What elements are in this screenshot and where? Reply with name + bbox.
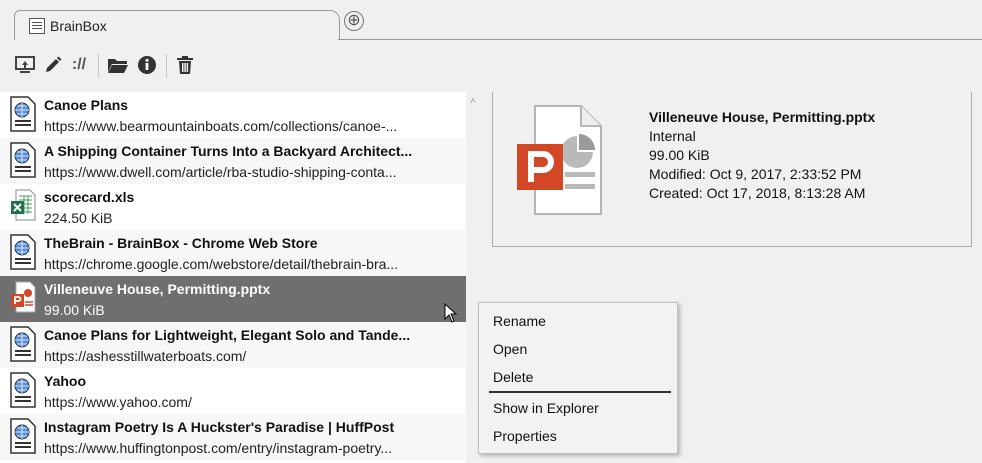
info-icon[interactable] <box>136 54 158 76</box>
tab-label: BrainBox <box>50 17 107 34</box>
web-page-icon <box>10 142 36 180</box>
item-subtitle: 224.50 KiB <box>44 210 113 226</box>
context-menu: Rename Open Delete Show in Explorer Prop… <box>478 302 678 454</box>
menu-item-properties[interactable]: Properties <box>479 423 677 449</box>
tab-brainbox[interactable]: BrainBox <box>14 10 340 40</box>
folder-icon[interactable] <box>106 54 130 76</box>
item-subtitle: https://www.huffingtonpost.com/entry/ins… <box>44 440 393 456</box>
web-page-icon <box>10 418 36 456</box>
list-icon <box>29 17 45 34</box>
tab-strip: BrainBox ⊕ <box>0 0 982 40</box>
list-item[interactable]: TheBrain - BrainBox - Chrome Web Store h… <box>0 230 466 276</box>
file-size: 99.00 KiB <box>649 147 710 163</box>
list-item[interactable]: Yahoo https://www.yahoo.com/ <box>0 368 466 414</box>
menu-separator <box>489 391 671 393</box>
web-page-icon <box>10 372 36 410</box>
url-icon[interactable]: :// <box>64 54 94 76</box>
item-subtitle: https://www.yahoo.com/ <box>44 394 192 410</box>
web-page-icon <box>10 96 36 134</box>
web-page-icon <box>10 234 36 272</box>
item-title: TheBrain - BrainBox - Chrome Web Store <box>44 235 318 251</box>
item-title: Villeneuve House, Permitting.pptx <box>44 281 271 297</box>
mouse-cursor-icon <box>444 302 458 323</box>
file-info-card: Villeneuve House, Permitting.pptx Intern… <box>492 92 972 247</box>
list-item[interactable]: A Shipping Container Turns Into a Backya… <box>0 138 466 184</box>
item-title: Canoe Plans for Lightweight, Elegant Sol… <box>44 327 411 343</box>
list-item[interactable]: Instagram Poetry Is A Huckster's Paradis… <box>0 414 466 460</box>
pencil-icon[interactable] <box>42 54 64 76</box>
excel-file-icon <box>10 188 36 226</box>
toolbar-separator <box>98 54 99 78</box>
list-item[interactable]: Canoe Plans for Lightweight, Elegant Sol… <box>0 322 466 368</box>
item-subtitle: https://www.dwell.com/article/rba-studio… <box>44 164 397 180</box>
menu-item-delete[interactable]: Delete <box>479 364 677 390</box>
file-created: Created: Oct 17, 2018, 8:13:28 AM <box>649 185 866 201</box>
trash-icon[interactable] <box>174 54 196 76</box>
item-subtitle: https://chrome.google.com/webstore/detai… <box>44 256 399 272</box>
list-item[interactable]: scorecard.xls 224.50 KiB <box>0 184 466 230</box>
item-title: Canoe Plans <box>44 97 129 113</box>
file-location: Internal <box>649 128 696 144</box>
menu-item-rename[interactable]: Rename <box>479 308 677 334</box>
menu-item-show-in-explorer[interactable]: Show in Explorer <box>479 395 677 421</box>
item-title: A Shipping Container Turns Into a Backya… <box>44 143 413 159</box>
toolbar-separator <box>166 54 167 78</box>
toolbar: :// <box>0 40 982 90</box>
item-subtitle: https://ashesstillwaterboats.com/ <box>44 348 247 364</box>
item-title: Yahoo <box>44 373 87 389</box>
chevron-up-icon[interactable]: ˄ <box>470 96 476 107</box>
item-subtitle: https://www.bearmountainboats.com/collec… <box>44 118 398 134</box>
item-list: Canoe Plans https://www.bearmountainboat… <box>0 92 466 463</box>
powerpoint-file-icon <box>515 102 603 220</box>
item-subtitle: 99.00 KiB <box>44 302 105 318</box>
file-info: Villeneuve House, Permitting.pptx Intern… <box>649 108 969 203</box>
item-title: scorecard.xls <box>44 189 135 205</box>
add-tab-button[interactable]: ⊕ <box>344 11 364 31</box>
powerpoint-file-icon <box>10 280 36 318</box>
web-page-icon <box>10 326 36 364</box>
item-title: Instagram Poetry Is A Huckster's Paradis… <box>44 419 395 435</box>
list-item[interactable]: Canoe Plans https://www.bearmountainboat… <box>0 92 466 138</box>
screen-capture-icon[interactable] <box>14 54 36 76</box>
menu-item-open[interactable]: Open <box>479 336 677 362</box>
list-item-selected[interactable]: Villeneuve House, Permitting.pptx 99.00 … <box>0 276 466 322</box>
file-name: Villeneuve House, Permitting.pptx <box>649 109 876 125</box>
file-modified: Modified: Oct 9, 2017, 2:33:52 PM <box>649 166 862 182</box>
